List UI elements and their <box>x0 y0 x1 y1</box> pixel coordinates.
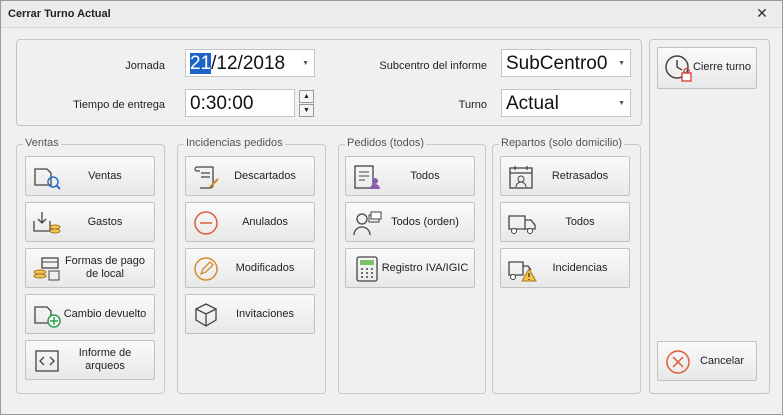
spin-up-button[interactable]: ▲ <box>299 90 314 103</box>
pedidos-todos-orden-button[interactable]: Todos (orden) <box>345 202 475 242</box>
code-document-icon <box>32 347 62 375</box>
cancel-icon <box>664 348 694 376</box>
invitaciones-label: Invitaciones <box>235 307 295 320</box>
descartados-button[interactable]: Descartados <box>185 156 315 196</box>
cancelar-button[interactable]: Cancelar <box>657 341 757 381</box>
pedidos-todos-button[interactable]: Todos <box>345 156 475 196</box>
chevron-down-icon[interactable]: ▼ <box>302 50 309 78</box>
jornada-date-rest: /12/2018 <box>211 53 286 74</box>
chevron-down-icon[interactable]: ▼ <box>618 90 625 118</box>
pedidos-group-title: Pedidos (todos) <box>345 137 427 149</box>
gastos-label: Gastos <box>87 215 123 228</box>
chevron-down-icon[interactable]: ▼ <box>618 50 625 78</box>
repartos-todos-button[interactable]: Todos <box>500 202 630 242</box>
repartos-todos-label: Todos <box>565 215 595 228</box>
gastos-button[interactable]: Gastos <box>25 202 155 242</box>
cierre-turno-label: Cierre turno <box>692 60 752 73</box>
anulados-label: Anulados <box>242 215 288 228</box>
cambio-devuelto-label: Cambio devuelto <box>63 307 147 320</box>
tiempo-entrega-field[interactable]: 0:30:00 <box>185 89 295 117</box>
formas-pago-button[interactable]: Formas de pago de local <box>25 248 155 288</box>
jornada-date-field[interactable]: 21/12/2018 ▼ <box>185 49 315 77</box>
invitaciones-button[interactable]: Invitaciones <box>185 294 315 334</box>
pedidos-todos-label: Todos <box>410 169 440 182</box>
delivery-truck-icon <box>507 209 537 237</box>
window-title: Cerrar Turno Actual <box>8 8 111 20</box>
anulados-button[interactable]: Anulados <box>185 202 315 242</box>
expenses-icon <box>32 209 62 237</box>
spin-down-button[interactable]: ▼ <box>299 104 314 117</box>
descartados-label: Descartados <box>234 169 296 182</box>
edit-pencil-icon <box>192 255 222 283</box>
repartos-incidencias-label: Incidencias <box>552 261 608 274</box>
jornada-label: Jornada <box>125 60 165 72</box>
retrasados-button[interactable]: Retrasados <box>500 156 630 196</box>
cancelar-label: Cancelar <box>699 354 745 367</box>
registro-iva-button[interactable]: Registro IVA/IGIC <box>345 248 475 288</box>
ventas-group-title: Ventas <box>23 137 61 149</box>
turno-value: Actual <box>506 93 559 114</box>
ventas-label: Ventas <box>88 169 122 182</box>
truck-warning-icon <box>507 255 537 283</box>
tiempo-value: 0:30:00 <box>190 93 254 114</box>
ventas-button[interactable]: Ventas <box>25 156 155 196</box>
calculator-icon <box>352 255 382 283</box>
sales-search-icon <box>32 163 62 191</box>
modificados-label: Modificados <box>235 261 295 274</box>
tiempo-label: Tiempo de entrega <box>73 99 165 111</box>
order-list-user-icon <box>352 163 382 191</box>
informe-arqueos-label: Informe de arqueos <box>78 347 132 372</box>
subcentro-value: SubCentro0 <box>506 53 608 74</box>
incidencias-group-title: Incidencias pedidos <box>184 137 285 149</box>
turno-label: Turno <box>458 99 487 111</box>
open-box-icon <box>192 301 222 329</box>
scroll-icon <box>192 163 222 191</box>
subcentro-select[interactable]: SubCentro0 ▼ <box>501 49 631 77</box>
formas-pago-label: Formas de pago de local <box>64 255 146 280</box>
repartos-incidencias-button[interactable]: Incidencias <box>500 248 630 288</box>
informe-arqueos-button[interactable]: Informe de arqueos <box>25 340 155 380</box>
retrasados-label: Retrasados <box>551 169 609 182</box>
jornada-day-selected: 21 <box>190 53 212 74</box>
pedidos-todos-orden-label: Todos (orden) <box>391 215 459 228</box>
subcentro-label: Subcentro del informe <box>379 60 487 72</box>
dialog-window: Cerrar Turno Actual ✕ Jornada 21/12/2018… <box>0 0 783 415</box>
registro-iva-label: Registro IVA/IGIC <box>381 261 469 274</box>
cambio-devuelto-button[interactable]: Cambio devuelto <box>25 294 155 334</box>
person-money-icon <box>352 209 382 237</box>
title-bar: Cerrar Turno Actual ✕ <box>1 1 782 28</box>
clock-lock-icon <box>664 54 694 82</box>
repartos-group-title: Repartos (solo domicilio) <box>499 137 625 149</box>
modificados-button[interactable]: Modificados <box>185 248 315 288</box>
minus-circle-icon <box>192 209 222 237</box>
payment-methods-icon <box>32 255 62 283</box>
calendar-person-icon <box>507 163 537 191</box>
cierre-turno-button[interactable]: Cierre turno <box>657 47 757 89</box>
change-returned-icon <box>32 301 62 329</box>
close-icon[interactable]: ✕ <box>754 5 770 21</box>
turno-select[interactable]: Actual ▼ <box>501 89 631 117</box>
